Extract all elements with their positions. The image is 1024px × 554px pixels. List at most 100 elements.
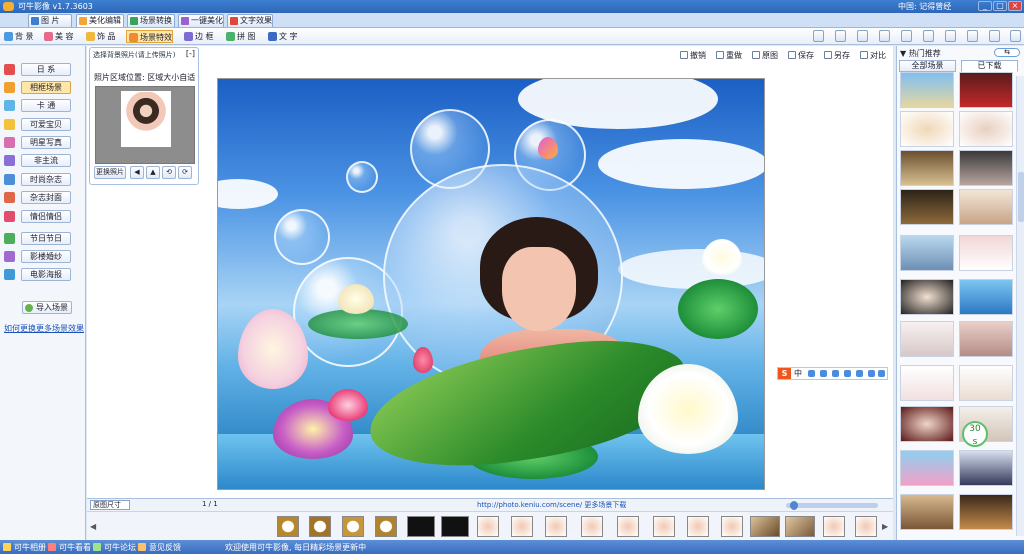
category-wedding[interactable]: 影楼婚纱 [3, 250, 71, 263]
user-name[interactable]: 中国: 记得曾经 [898, 1, 951, 12]
category-frame-scene[interactable]: 相框场景 [3, 81, 71, 94]
frame-thumbnail[interactable] [342, 516, 364, 537]
ime-menu-icon[interactable] [868, 370, 875, 377]
frame-thumbnail[interactable] [545, 516, 567, 537]
template-thumbnail[interactable] [959, 72, 1013, 108]
more-scenes-url[interactable]: http://photo.keniu.com/scene/ 更多场景下载 [477, 500, 626, 510]
template-thumbnail[interactable] [900, 406, 954, 442]
frame-thumbnail[interactable] [855, 516, 877, 537]
template-header[interactable]: ▼ 热门推荐 [900, 48, 941, 59]
tool-beauty[interactable]: 美 容 [42, 30, 74, 43]
frame-thumbnail[interactable] [511, 516, 533, 537]
frame-thumbnail[interactable] [687, 516, 709, 537]
resize-icon[interactable] [857, 30, 868, 42]
move-left-button[interactable]: ◀ [130, 166, 144, 179]
feedback-link[interactable]: 意见反馈 [138, 542, 181, 553]
template-thumbnail[interactable] [959, 189, 1013, 225]
export-icon[interactable] [967, 30, 978, 42]
help-icon[interactable] [989, 30, 1000, 42]
tool-puzzle[interactable]: 拼 图 [224, 30, 256, 43]
category-holiday[interactable]: 节日节日 [3, 232, 71, 245]
category-baby[interactable]: 可爱宝贝 [3, 118, 71, 131]
frame-thumbnail[interactable] [441, 516, 469, 537]
frame-thumbnail[interactable] [407, 516, 435, 537]
tab-downloaded[interactable]: 已下载 [961, 60, 1018, 72]
minimize-button[interactable]: _ [978, 1, 992, 11]
category-trend[interactable]: 非主流 [3, 154, 71, 167]
frame-thumbnail[interactable] [750, 516, 780, 537]
category-couple[interactable]: 情侣情侣 [3, 210, 71, 223]
template-thumbnail[interactable] [900, 450, 954, 486]
ime-mode[interactable]: 中 [794, 368, 802, 379]
category-cover[interactable]: 杂志封面 [3, 191, 71, 204]
ime-settings-icon[interactable] [878, 370, 885, 377]
template-thumbnail[interactable] [900, 494, 954, 530]
template-thumbnail[interactable] [959, 111, 1013, 147]
category-japan[interactable]: 日 系 [3, 63, 71, 76]
ime-voice-icon[interactable] [820, 370, 827, 377]
category-movie[interactable]: 电影海报 [3, 268, 71, 281]
tool-background[interactable]: 背 景 [2, 30, 34, 43]
frame-thumbnail[interactable] [785, 516, 815, 537]
tool-accessory[interactable]: 饰 品 [84, 30, 116, 43]
save-disk-icon[interactable] [945, 30, 956, 42]
ime-skin-icon[interactable] [844, 370, 851, 377]
tab-scene[interactable]: 场景转换 [127, 14, 175, 27]
scene-canvas[interactable] [217, 78, 765, 490]
save-button[interactable]: 保存 [788, 50, 814, 61]
rotate-right-button[interactable]: ⟳ [178, 166, 192, 179]
strip-next-button[interactable]: ▶ [882, 522, 888, 531]
move-up-button[interactable]: ▲ [146, 166, 160, 179]
change-photo-button[interactable]: 更换照片 [94, 166, 126, 179]
frame-thumbnail[interactable] [581, 516, 603, 537]
compare-button[interactable]: 对比 [860, 50, 886, 61]
category-star[interactable]: 明星写真 [3, 136, 71, 149]
template-thumbnail[interactable] [900, 279, 954, 315]
rotate-icon[interactable] [813, 30, 824, 42]
zoom-slider[interactable] [786, 503, 878, 508]
template-thumbnail[interactable] [959, 450, 1013, 486]
template-thumbnail[interactable] [900, 111, 954, 147]
ime-logo[interactable]: S [778, 368, 791, 379]
frame-thumbnail[interactable] [721, 516, 743, 537]
album-link[interactable]: 可牛相册 [3, 542, 46, 553]
template-thumbnail[interactable] [900, 321, 954, 357]
frame-thumbnail[interactable] [477, 516, 499, 537]
download-timer-badge[interactable]: 30 s [962, 421, 988, 447]
frame-thumbnail[interactable] [823, 516, 845, 537]
tab-text-effect[interactable]: 文字效果 [227, 14, 273, 27]
ime-keyboard-icon[interactable] [832, 370, 839, 377]
rotate-left-button[interactable]: ⟲ [162, 166, 176, 179]
template-thumbnail[interactable] [959, 365, 1013, 401]
ime-tools-icon[interactable] [856, 370, 863, 377]
tab-beautify[interactable]: 美化编辑 [76, 14, 124, 27]
print-icon[interactable] [901, 30, 912, 42]
portrait-thumbnail[interactable] [121, 91, 171, 147]
upload-icon[interactable] [923, 30, 934, 42]
collapse-panel-button[interactable]: [-] [186, 49, 195, 58]
share-icon[interactable] [879, 30, 890, 42]
import-scene-button[interactable]: 导入场景 [22, 301, 72, 314]
category-cartoon[interactable]: 卡 通 [3, 99, 71, 112]
template-scrollbar[interactable] [1016, 76, 1024, 536]
frame-thumbnail[interactable] [309, 516, 331, 537]
settings-icon[interactable] [1010, 30, 1021, 42]
template-thumbnail[interactable] [959, 150, 1013, 186]
template-thumbnail[interactable] [959, 321, 1013, 357]
input-method-bar[interactable]: S 中 [777, 367, 888, 380]
photo-preview[interactable] [95, 86, 195, 164]
tab-all-scenes[interactable]: 全部场景 [899, 60, 956, 72]
template-toggle[interactable]: ⇆ [994, 48, 1020, 57]
ime-punct-icon[interactable] [808, 370, 815, 377]
frame-thumbnail[interactable] [653, 516, 675, 537]
template-thumbnail[interactable] [900, 235, 954, 271]
tool-text[interactable]: 文 字 [266, 30, 298, 43]
tab-one-click[interactable]: 一键美化 [178, 14, 224, 27]
category-magazine[interactable]: 时尚杂志 [3, 173, 71, 186]
more-scenes-link[interactable]: 如何更换更多场景效果 [4, 323, 84, 334]
size-select[interactable]: 原图尺寸 [90, 500, 130, 510]
close-button[interactable]: × [1008, 1, 1022, 11]
undo-button[interactable]: 撤销 [680, 50, 706, 61]
zoom-slider-thumb[interactable] [790, 501, 798, 510]
view-link[interactable]: 可牛看看 [48, 542, 91, 553]
